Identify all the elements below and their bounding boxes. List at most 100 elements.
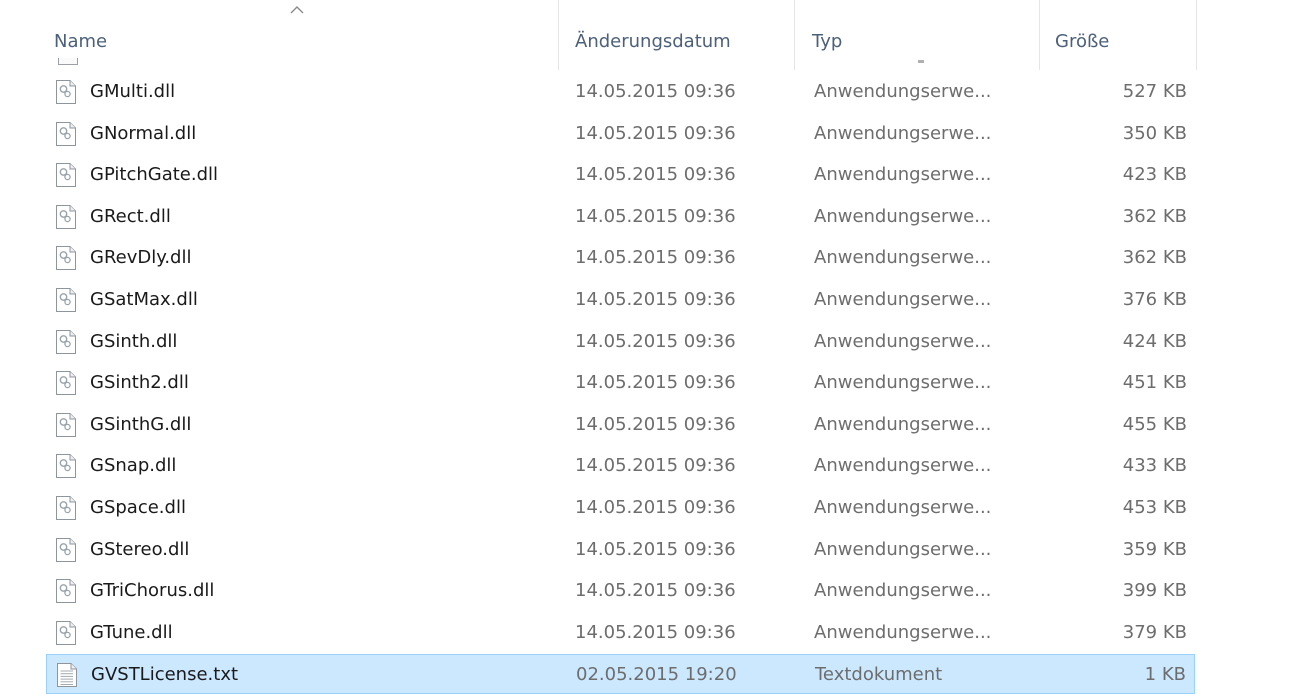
file-date-modified: 14.05.2015 09:36: [575, 538, 736, 560]
file-name: GSpace.dll: [90, 497, 186, 518]
dll-file-icon: [56, 620, 76, 645]
file-name: GSinthG.dll: [90, 413, 192, 435]
dll-file-icon: [56, 371, 76, 396]
file-name: GPitchGate.dll: [90, 164, 219, 186]
file-date-modified: 14.05.2015 09:36: [575, 164, 736, 186]
file-size: 399 KB: [1122, 580, 1187, 602]
file-explorer-details-view: Name Änderungsdatum Typ Größe GMulti.dll…: [0, 0, 1289, 699]
file-name: GNormal.dll: [90, 122, 197, 144]
file-size: 455 KB: [1122, 413, 1187, 435]
file-row[interactable]: GVSTLicense.txt 02.05.2015 19:20 Textdokum…: [46, 654, 1195, 695]
file-type: Anwendungserwe...: [814, 372, 992, 394]
file-date-modified: 14.05.2015 09:36: [575, 330, 736, 352]
file-row[interactable]: GSinth.dll 14.05.2015 09:36 Anwendungserwe…: [46, 322, 1195, 362]
file-row[interactable]: GSnap.dll 14.05.2015 09:36 Anwendungserwe.…: [46, 446, 1195, 486]
file-type: Anwendungserwe...: [814, 621, 992, 643]
file-type: Anwendungserwe...: [814, 247, 992, 269]
file-date-modified: 14.05.2015 09:36: [575, 497, 736, 518]
file-name: GSinth.dll: [90, 330, 178, 352]
file-size: 376 KB: [1122, 289, 1187, 310]
file-type: Anwendungserwe...: [814, 81, 992, 102]
file-date-modified: 14.05.2015 09:36: [575, 455, 736, 477]
file-size: 433 KB: [1122, 455, 1187, 477]
file-size: 1 KB: [1144, 664, 1186, 686]
dll-file-icon: [56, 121, 76, 146]
file-name: GSnap.dll: [90, 455, 177, 477]
dll-file-icon: [56, 204, 76, 229]
file-size: 359 KB: [1122, 538, 1187, 560]
file-name: GStereo.dll: [90, 538, 190, 560]
column-header-type[interactable]: Typ: [794, 0, 1039, 70]
file-row[interactable]: GTune.dll 14.05.2015 09:36 Anwendungserwe.…: [46, 613, 1195, 653]
column-header-size[interactable]: Größe: [1039, 0, 1197, 70]
dll-file-icon: [56, 537, 76, 562]
file-name: GSatMax.dll: [90, 289, 198, 310]
file-date-modified: 14.05.2015 09:36: [575, 580, 736, 602]
column-header-name[interactable]: Name: [40, 0, 558, 70]
file-date-modified: 14.05.2015 09:36: [575, 247, 736, 269]
dll-file-icon: [56, 329, 76, 354]
file-size: 362 KB: [1122, 247, 1187, 269]
file-row[interactable]: GSpace.dll 14.05.2015 09:36 Anwendungserwe…: [46, 488, 1195, 528]
file-type: Anwendungserwe...: [814, 164, 992, 186]
file-size: 423 KB: [1122, 164, 1187, 186]
file-name: GSinth2.dll: [90, 372, 189, 394]
file-size: 527 KB: [1122, 81, 1187, 102]
file-type: Anwendungserwe...: [814, 289, 992, 310]
file-type: Anwendungserwe...: [814, 205, 992, 227]
file-size: 451 KB: [1122, 372, 1187, 394]
column-header-bar: Name Änderungsdatum Typ Größe: [0, 0, 1289, 70]
file-date-modified: 14.05.2015 09:36: [575, 372, 736, 394]
column-header-name-label: Name: [54, 30, 108, 52]
partially-hidden-type-text: [918, 60, 924, 63]
file-size: 453 KB: [1122, 497, 1187, 518]
file-date-modified: 14.05.2015 09:36: [575, 621, 736, 643]
file-size: 379 KB: [1122, 621, 1187, 643]
file-date-modified: 14.05.2015 09:36: [575, 81, 736, 102]
file-date-modified: 14.05.2015 09:36: [575, 205, 736, 227]
file-type: Anwendungserwe...: [814, 330, 992, 352]
file-name: GMulti.dll: [90, 81, 176, 102]
file-row[interactable]: GPitchGate.dll 14.05.2015 09:36 Anwendungs…: [46, 155, 1195, 195]
file-date-modified: 14.05.2015 09:36: [575, 122, 736, 144]
file-name: GRevDly.dll: [90, 247, 192, 269]
dll-file-icon: [56, 246, 76, 271]
file-name: GVSTLicense.txt: [91, 664, 239, 686]
dll-file-icon: [56, 163, 76, 188]
column-header-date-label: Änderungsdatum: [575, 30, 731, 52]
file-date-modified: 14.05.2015 09:36: [575, 413, 736, 435]
file-type: Textdokument: [815, 664, 943, 686]
file-row[interactable]: GMulti.dll 14.05.2015 09:36 Anwendungserwe…: [46, 72, 1195, 112]
file-row[interactable]: GRevDly.dll 14.05.2015 09:36 Anwendungserw…: [46, 238, 1195, 278]
text-document-icon: [57, 663, 77, 688]
file-name: GTune.dll: [90, 621, 173, 643]
dll-file-icon: [56, 288, 76, 312]
column-header-type-label: Typ: [812, 30, 843, 52]
file-row[interactable]: GSinth2.dll 14.05.2015 09:36 Anwendungserw…: [46, 363, 1195, 403]
dll-file-icon: [56, 80, 76, 104]
file-type: Anwendungserwe...: [814, 413, 992, 435]
file-row[interactable]: GTriChorus.dll 14.05.2015 09:36 Anwendungs…: [46, 571, 1195, 611]
file-row[interactable]: GStereo.dll 14.05.2015 09:36 Anwendungserw…: [46, 530, 1195, 570]
partially-hidden-file-icon: [58, 58, 78, 65]
file-size: 362 KB: [1122, 205, 1187, 227]
file-name: GRect.dll: [90, 205, 171, 227]
dll-file-icon: [56, 412, 76, 437]
file-date-modified: 02.05.2015 19:20: [576, 664, 737, 686]
file-date-modified: 14.05.2015 09:36: [575, 289, 736, 310]
file-size: 350 KB: [1122, 122, 1187, 144]
file-type: Anwendungserwe...: [814, 497, 992, 518]
dll-file-icon: [56, 454, 76, 479]
file-type: Anwendungserwe...: [814, 122, 992, 144]
file-name: GTriChorus.dll: [90, 580, 215, 602]
file-row[interactable]: GNormal.dll 14.05.2015 09:36 Anwendungserw…: [46, 114, 1195, 154]
file-type: Anwendungserwe...: [814, 538, 992, 560]
file-row[interactable]: GRect.dll 14.05.2015 09:36 Anwendungserwe.…: [46, 197, 1195, 237]
file-type: Anwendungserwe...: [814, 580, 992, 602]
column-header-size-label: Größe: [1055, 30, 1110, 52]
file-row[interactable]: GSinthG.dll 14.05.2015 09:36 Anwendungserw…: [46, 405, 1195, 445]
dll-file-icon: [56, 579, 76, 604]
column-header-date-modified[interactable]: Änderungsdatum: [558, 0, 794, 70]
file-size: 424 KB: [1122, 330, 1187, 352]
file-row[interactable]: GSatMax.dll 14.05.2015 09:36 Anwendungserw…: [46, 280, 1195, 320]
